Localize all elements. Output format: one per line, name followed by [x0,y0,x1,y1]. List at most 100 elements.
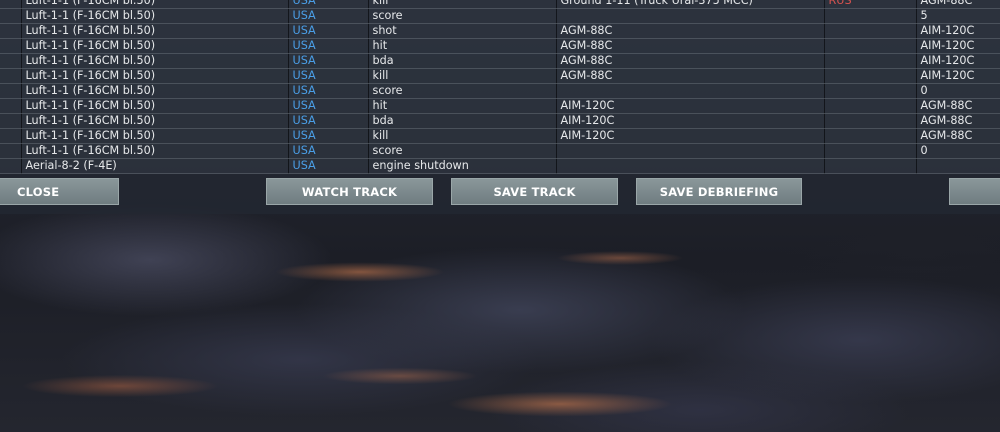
target-coalition-cell: RUS [824,0,917,9]
unit-cell: Luft-1-1 (F-16CM bl.50) [21,23,289,39]
row-spacer-cell [0,83,22,99]
row-spacer-cell [0,128,22,144]
event-cell: hit [368,98,557,114]
target-coalition-cell [824,38,917,54]
unit-cell: Luft-1-1 (F-16CM bl.50) [21,8,289,24]
coalition-cell: USA [288,128,369,144]
target-coalition-cell [824,23,917,39]
target-coalition-cell [824,53,917,69]
coalition-cell: USA [288,53,369,69]
weapon-cell [556,83,825,99]
save-debriefing-button[interactable]: SAVE DEBRIEFING [636,178,802,205]
event-cell: score [368,8,557,24]
table-row[interactable]: Aerial-8-2 (F-4E) USA engine shutdown [0,158,1000,174]
weapon-cell [556,158,825,174]
row-spacer-cell [0,158,22,174]
table-row[interactable]: Luft-1-1 (F-16CM bl.50) USA hit AIM-120C AGM… [0,98,1000,114]
target-coalition-cell [824,83,917,99]
coalition-cell: USA [288,68,369,84]
row-spacer-cell [0,8,22,24]
row-spacer-cell [0,68,22,84]
event-cell: bda [368,53,557,69]
score-cell: AGM-88C [916,128,1000,144]
table-row[interactable]: Luft-1-1 (F-16CM bl.50) USA score 5 [0,8,1000,24]
row-spacer-cell [0,38,22,54]
weapon-cell [556,143,825,159]
unit-cell: Luft-1-1 (F-16CM bl.50) [21,83,289,99]
weapon-cell: AIM-120C [556,113,825,129]
unit-cell: Luft-1-1 (F-16CM bl.50) [21,53,289,69]
coalition-cell: USA [288,83,369,99]
row-spacer-cell [0,0,22,9]
score-cell: AGM-88C [916,98,1000,114]
row-spacer-cell [0,23,22,39]
unit-cell: Luft-1-1 (F-16CM bl.50) [21,113,289,129]
table-row[interactable]: Luft-1-1 (F-16CM bl.50) USA hit AGM-88C AIM-… [0,38,1000,54]
unit-cell: Luft-1-1 (F-16CM bl.50) [21,143,289,159]
target-coalition-cell [824,8,917,24]
target-coalition-cell [824,128,917,144]
coalition-cell: USA [288,38,369,54]
unit-cell: Luft-1-1 (F-16CM bl.50) [21,68,289,84]
table-row[interactable]: Luft-1-1 (F-16CM bl.50) USA bda AGM-88C AIM-… [0,53,1000,69]
score-cell: 5 [916,8,1000,24]
table-row[interactable]: Luft-1-1 (F-16CM bl.50) USA kill AGM-88C AIM… [0,68,1000,84]
unit-cell: Luft-1-1 (F-16CM bl.50) [21,98,289,114]
row-spacer-cell [0,143,22,159]
table-row[interactable]: Luft-1-1 (F-16CM bl.50) USA score 0 [0,143,1000,159]
target-coalition-cell [824,98,917,114]
event-cell: kill [368,68,557,84]
close-button[interactable]: CLOSE [0,178,119,205]
score-cell: AIM-120C [916,38,1000,54]
row-spacer-cell [0,113,22,129]
score-cell: AGM-88C [916,113,1000,129]
event-cell: engine shutdown [368,158,557,174]
coalition-cell: USA [288,158,369,174]
score-cell: AGM-88C [916,0,1000,9]
extra-button[interactable] [949,178,1000,205]
weapon-cell: AGM-88C [556,53,825,69]
weapon-cell: AIM-120C [556,128,825,144]
unit-cell: Luft-1-1 (F-16CM bl.50) [21,0,289,9]
coalition-cell: USA [288,0,369,9]
watch-track-button[interactable]: WATCH TRACK [266,178,433,205]
target-coalition-cell [824,143,917,159]
unit-cell: Luft-1-1 (F-16CM bl.50) [21,38,289,54]
table-row[interactable]: Luft-1-1 (F-16CM bl.50) USA score 0 [0,83,1000,99]
row-spacer-cell [0,98,22,114]
coalition-cell: USA [288,143,369,159]
event-cell: kill [368,0,557,9]
unit-cell: Aerial-8-2 (F-4E) [21,158,289,174]
event-cell: kill [368,128,557,144]
coalition-cell: USA [288,8,369,24]
weapon-cell: AIM-120C [556,98,825,114]
table-row[interactable]: Luft-1-1 (F-16CM bl.50) USA shot AGM-88C AIM… [0,23,1000,39]
event-cell: bda [368,113,557,129]
coalition-cell: USA [288,23,369,39]
table-row[interactable]: Luft-1-1 (F-16CM bl.50) USA kill AIM-120C AG… [0,128,1000,144]
score-cell: 0 [916,83,1000,99]
weapon-cell: AGM-88C [556,68,825,84]
debriefing-panel: Luft-1-1 (F-16CM bl.50) USA kill Ground 1-1… [0,0,1000,214]
target-coalition-cell [824,68,917,84]
event-cell: score [368,83,557,99]
score-cell: AIM-120C [916,23,1000,39]
score-cell: 0 [916,143,1000,159]
save-track-button[interactable]: SAVE TRACK [451,178,618,205]
target-coalition-cell [824,158,917,174]
weapon-cell: Ground 1-11 (Truck Ural-375 MCC) [556,0,825,9]
coalition-cell: USA [288,113,369,129]
event-log-body: Luft-1-1 (F-16CM bl.50) USA kill Ground 1-1… [0,0,1000,174]
table-row[interactable]: Luft-1-1 (F-16CM bl.50) USA kill Ground 1-1… [0,0,1000,9]
event-cell: shot [368,23,557,39]
coalition-cell: USA [288,98,369,114]
event-cell: score [368,143,557,159]
score-cell: AIM-120C [916,53,1000,69]
unit-cell: Luft-1-1 (F-16CM bl.50) [21,128,289,144]
weapon-cell [556,8,825,24]
table-row[interactable]: Luft-1-1 (F-16CM bl.50) USA bda AIM-120C AGM… [0,113,1000,129]
weapon-cell: AGM-88C [556,23,825,39]
row-spacer-cell [0,53,22,69]
event-cell: hit [368,38,557,54]
score-cell [916,158,1000,174]
